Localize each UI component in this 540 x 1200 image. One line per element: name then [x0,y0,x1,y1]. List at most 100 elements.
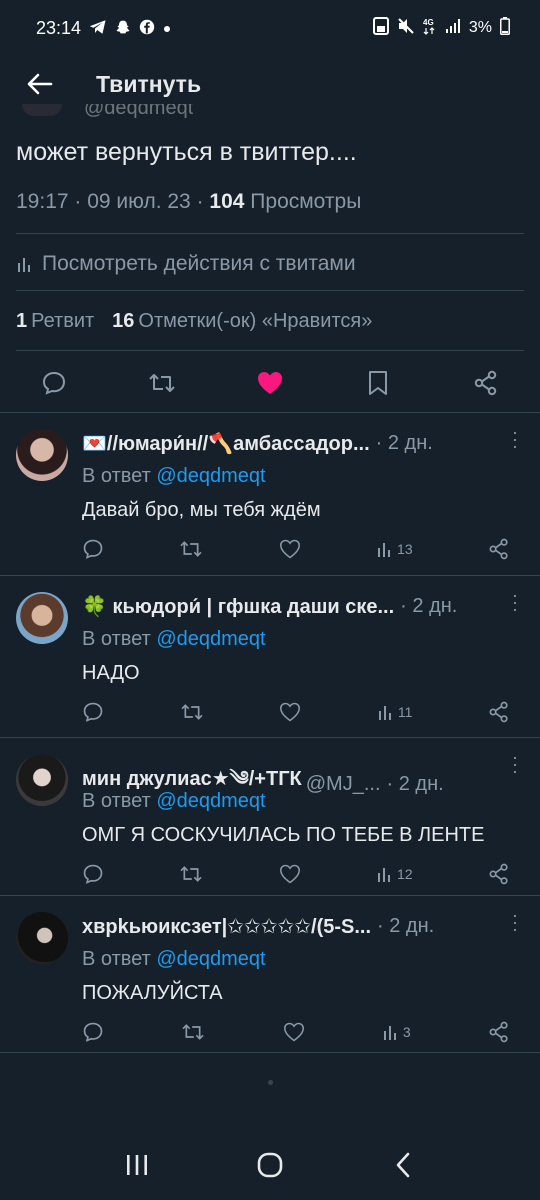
avatar[interactable] [16,754,68,806]
reply-time: · 2 дн. [377,915,435,937]
svg-text:4G: 4G [423,18,434,27]
views-button[interactable]: 11 [377,703,413,721]
likes-stat[interactable]: 16 Отметки(-ок) «Нравится» [112,310,372,333]
4g-icon: 4G [423,17,437,40]
retweet-button[interactable] [146,367,178,399]
mention-link[interactable]: @deqdmeqt [156,628,265,650]
tweet-text: может вернуться в твиттер.... [16,138,357,166]
more-options-icon[interactable]: · · · [512,748,518,780]
heart-icon [279,864,300,884]
reply-time: · 2 дн. [375,432,433,454]
retweet-button[interactable] [181,1022,205,1042]
views-button[interactable]: 13 [376,540,413,558]
tweet-analytics-link[interactable]: Посмотреть действия с твитами [16,252,356,276]
loading-indicator [268,1080,273,1085]
tweet-author-avatar[interactable] [22,104,62,116]
reply-text: ПОЖАЛУЙСТА [82,982,223,1004]
share-icon [489,1021,508,1043]
share-button[interactable] [488,701,510,723]
like-button[interactable] [279,539,301,559]
divider [0,1052,540,1053]
battery-icon [500,16,510,40]
reply-author-name[interactable]: хврkьюиксзет|✩✩✩✩✩/(5-S... [82,914,371,939]
share-icon [474,370,497,396]
reply-button[interactable] [82,538,104,560]
reply-item[interactable]: 💌//юмари́н//🪓амбассадор... · 2 дн. · · · В… [0,413,540,575]
more-options-icon[interactable]: · · · [512,586,518,618]
views-count: 104 [209,190,245,213]
share-button[interactable] [488,538,510,560]
reply-action-bar: 3 [82,1018,510,1046]
save-icon [372,16,389,40]
reply-item[interactable]: 🍀 кьюдори́ | гфшка даши ске... · 2 дн. ·… [0,576,540,738]
mention-link[interactable]: @deqdmeqt [156,465,265,487]
tweet-time: 19:17 [16,190,69,213]
reply-header: хврkьюиксзет|✩✩✩✩✩/(5-S... · 2 дн. [82,914,530,939]
reply-button[interactable] [38,367,70,399]
analytics-icon [378,868,391,882]
heart-icon [279,539,300,559]
more-options-icon[interactable]: · · · [512,906,518,938]
tweet-author-handle[interactable]: @deqdmeqt [84,104,193,118]
like-button[interactable] [283,1022,305,1042]
reply-button[interactable] [82,863,104,885]
reply-author-name[interactable]: 💌//юмари́н//🪓амбассадор... [82,431,370,456]
views-count: 11 [397,704,413,720]
mute-icon [397,17,415,40]
tweet-stats: 1 Ретвит 16 Отметки(-ок) «Нравится» [16,310,372,333]
status-right: 4G 3% [372,16,510,40]
tweet-meta: 19:17 · 09 июл. 23 · 104 Просмотры [16,190,361,214]
mention-link[interactable]: @deqdmeqt [156,948,265,970]
reply-item[interactable]: мин джулиас★༄/+ТГК @MJ_... · 2 дн. · · · В… [0,738,540,900]
analytics-icon [378,543,391,557]
reply-button[interactable] [82,701,104,723]
retweet-button[interactable] [179,864,203,884]
share-button[interactable] [470,367,502,399]
reply-item[interactable]: хврkьюиксзет|✩✩✩✩✩/(5-S... · 2 дн. · · · В… [0,896,540,1058]
reply-time-value: 2 дн. [387,432,433,454]
avatar[interactable] [16,912,68,964]
reply-button[interactable] [82,1021,104,1043]
signal-icon [445,18,461,39]
back-button[interactable] [22,66,58,102]
share-button[interactable] [488,863,510,885]
avatar[interactable] [16,429,68,481]
reply-time-value: 2 дн. [389,915,435,937]
views-button[interactable]: 3 [382,1023,411,1041]
avatar[interactable] [16,592,68,644]
views-button[interactable]: 12 [376,865,413,883]
retweets-stat[interactable]: 1 Ретвит [16,310,94,333]
retweet-button[interactable] [180,702,204,722]
analytics-icon [18,258,30,272]
like-button[interactable] [279,702,301,722]
like-button[interactable] [254,367,286,399]
reply-author-handle[interactable]: @MJ_... [306,773,381,796]
reply-to-prefix: В ответ [82,948,151,970]
like-button[interactable] [279,864,301,884]
reply-action-bar: 11 [82,698,510,726]
heart-filled-icon [258,372,282,394]
retweets-count: 1 [16,310,28,332]
reply-header: 🍀 кьюдори́ | гфшка даши ске... · 2 дн. [82,594,530,619]
recent-apps-button[interactable] [117,1145,157,1185]
likes-count: 16 [112,310,135,332]
views-count: 12 [397,866,413,882]
share-button[interactable] [488,1021,510,1043]
meta-separator: · [74,190,88,213]
share-icon [489,538,508,560]
retweets-label: Ретвит [31,310,95,332]
reply-time: · 2 дн. [386,772,444,795]
analytics-icon [378,706,391,720]
reply-author-name[interactable]: 🍀 кьюдори́ | гфшка даши ске... [82,594,394,619]
reply-to-prefix: В ответ [82,628,151,650]
analytics-label: Посмотреть действия с твитами [42,252,356,275]
home-button[interactable] [250,1145,290,1185]
retweet-button[interactable] [179,539,203,559]
more-options-icon[interactable]: · · · [512,423,518,455]
back-nav-button[interactable] [383,1145,423,1185]
telegram-icon [89,19,107,38]
bookmark-button[interactable] [362,367,394,399]
reply-to-line: В ответ @deqdmeqt [82,628,266,651]
mention-link[interactable]: @deqdmeqt [156,790,265,812]
views-count: 13 [397,541,413,557]
